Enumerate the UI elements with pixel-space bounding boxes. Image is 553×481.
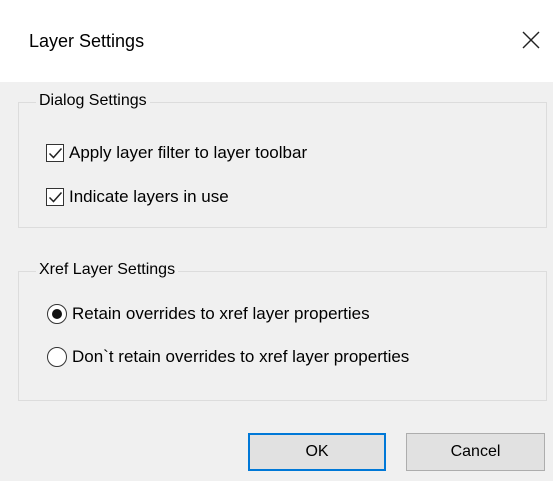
apply-layer-filter-checkbox[interactable] [46,144,64,162]
xref-settings-legend: Xref Layer Settings [36,260,179,280]
indicate-layers-checkbox[interactable] [46,188,64,206]
indicate-layers-option[interactable]: Indicate layers in use [46,184,229,210]
apply-layer-filter-option[interactable]: Apply layer filter to layer toolbar [46,140,307,166]
cancel-button[interactable]: Cancel [406,433,545,471]
dont-retain-overrides-option[interactable]: Don`t retain overrides to xref layer pro… [47,344,409,370]
dialog-title: Layer Settings [29,31,145,51]
dialog-settings-legend: Dialog Settings [36,91,150,111]
layer-settings-dialog: Layer Settings Dialog Settings Apply lay… [0,0,553,481]
dont-retain-overrides-radio[interactable] [47,347,67,367]
retain-overrides-label: Retain overrides to xref layer propertie… [72,304,370,323]
checkmark-icon [48,148,63,159]
indicate-layers-label: Indicate layers in use [69,187,229,206]
checkmark-icon [48,192,63,203]
xref-settings-group [18,271,547,401]
dont-retain-overrides-label: Don`t retain overrides to xref layer pro… [72,347,410,366]
apply-layer-filter-label: Apply layer filter to layer toolbar [69,143,308,162]
ok-button[interactable]: OK [248,433,386,471]
retain-overrides-radio[interactable] [47,304,67,324]
close-icon [522,31,540,49]
radio-selected-dot [52,309,62,319]
close-button[interactable] [510,18,552,64]
title-bar: Layer Settings [0,0,553,82]
retain-overrides-option[interactable]: Retain overrides to xref layer propertie… [47,301,370,327]
